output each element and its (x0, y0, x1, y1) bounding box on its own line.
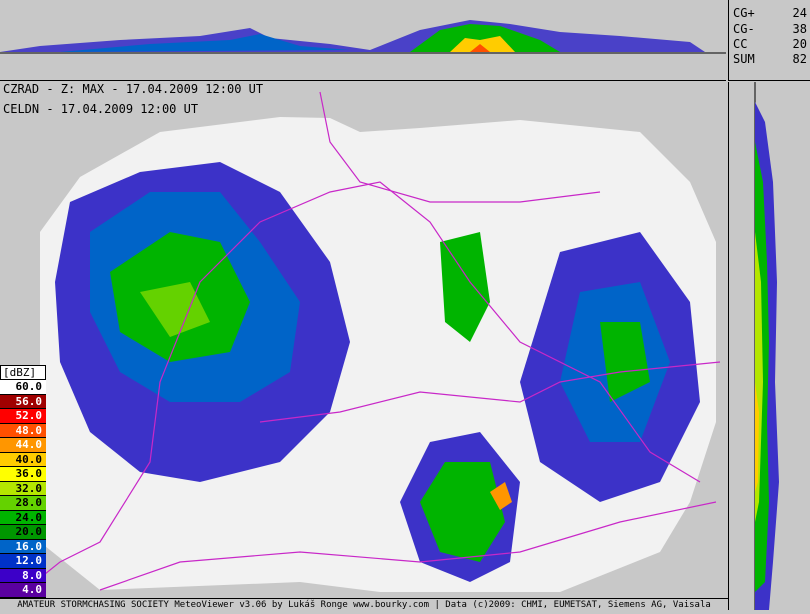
legend-swatch: 8.0 (0, 568, 46, 583)
radar-map-plot (9, 91, 721, 603)
legend-swatch: 48.0 (0, 423, 46, 438)
top-cross-section (0, 0, 726, 81)
lightning-stats: CG+ 24 CG- 38 CC 20 SUM 82 (728, 0, 810, 81)
legend-swatch: 44.0 (0, 438, 46, 453)
stat-cg-minus: CG- 38 (733, 22, 807, 36)
stat-cg-plus: CG+ 24 (733, 6, 807, 20)
legend-swatch: 16.0 (0, 539, 46, 554)
legend-title: [dBZ] (0, 365, 46, 380)
legend-swatch: 12.0 (0, 554, 46, 569)
lightning-product-label: CELDN - 17.04.2009 12:00 UT (3, 102, 199, 116)
stat-sum: SUM 82 (733, 52, 807, 66)
legend-swatch: 32.0 (0, 481, 46, 496)
stat-label: SUM (733, 52, 755, 66)
legend-swatch: 20.0 (0, 525, 46, 540)
radar-map[interactable]: CZRAD - Z: MAX - 17.04.2009 12:00 UT CEL… (0, 82, 726, 603)
legend-swatch: 28.0 (0, 496, 46, 511)
stat-value: 20 (792, 37, 807, 51)
top-cross-section-plot (0, 20, 726, 54)
radar-product-label: CZRAD - Z: MAX - 17.04.2009 12:00 UT (3, 82, 264, 96)
legend-swatch: 52.0 (0, 409, 46, 424)
stat-value: 82 (792, 52, 807, 66)
legend-swatch: 40.0 (0, 452, 46, 467)
credits-footer: AMATEUR STORMCHASING SOCIETY MeteoViewer… (0, 598, 728, 611)
right-cross-section (728, 82, 810, 610)
stat-value: 38 (792, 22, 807, 36)
stat-value: 24 (792, 6, 807, 20)
stat-label: CG+ (733, 6, 755, 20)
legend-swatch: 4.0 (0, 583, 46, 598)
legend-swatch: 24.0 (0, 510, 46, 525)
stat-label: CC (733, 37, 748, 51)
legend-swatch: 60.0 (0, 380, 46, 395)
stat-label: CG- (733, 22, 755, 36)
legend-swatch: 36.0 (0, 467, 46, 482)
stat-cc: CC 20 (733, 37, 807, 51)
dbz-legend: [dBZ] 60.0 56.0 52.0 48.0 44.0 40.0 36.0 32.0 28… (0, 365, 46, 598)
legend-swatches: 60.0 56.0 52.0 48.0 44.0 40.0 36.0 32.0 28.0 24.0… (0, 380, 46, 598)
legend-swatch: 56.0 (0, 394, 46, 409)
right-cross-section-plot (754, 82, 779, 610)
top-echo-low (0, 20, 705, 52)
